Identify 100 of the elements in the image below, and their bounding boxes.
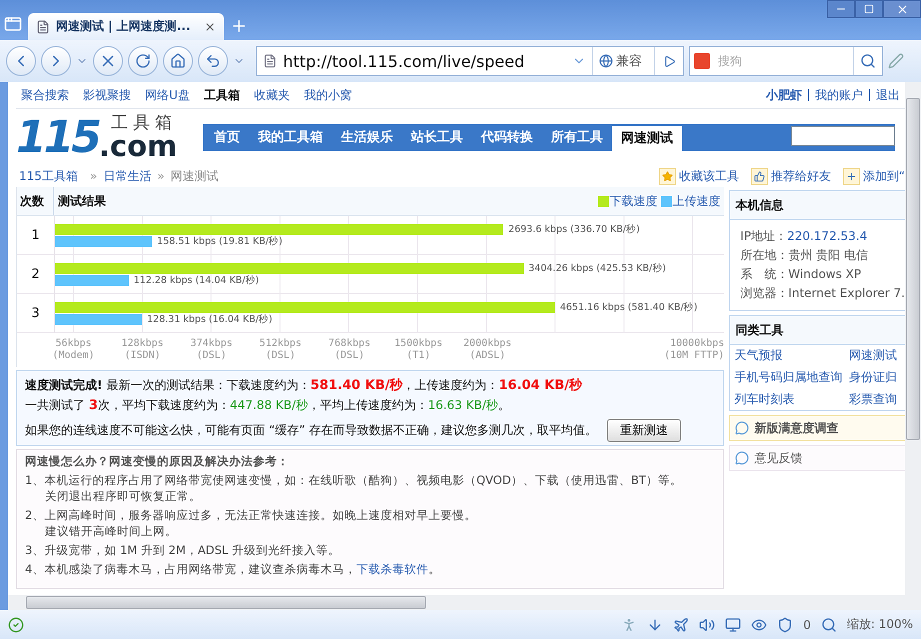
maximize-icon (864, 4, 874, 14)
panel-title: 本机信息 (730, 191, 905, 220)
search-box[interactable]: 搜狗 (689, 46, 883, 76)
info-label: 所在地： (740, 247, 788, 264)
shield-count: 0 (803, 618, 811, 632)
zoom-icon[interactable] (820, 616, 837, 632)
survey-link[interactable]: 新版满意度调查 (729, 415, 905, 441)
undo-icon (205, 53, 221, 69)
axis-label: 768kbps (DSL) (327, 338, 372, 362)
main-nav-tab[interactable]: 我的工具箱 (249, 124, 332, 150)
eye-icon[interactable] (751, 616, 768, 632)
tool-link[interactable]: 天气预报 (734, 347, 849, 364)
speed-reading: 3404.26 kbps (425.53 KB/秒) (528, 262, 666, 274)
zoom-level[interactable]: 缩放: 100% (846, 616, 913, 633)
address-text: http://tool.115.com/live/speed (283, 52, 526, 70)
browser-tab[interactable]: 网速测试 | 上网速度测... (28, 13, 224, 40)
plus-icon (842, 168, 860, 184)
plane-icon[interactable] (673, 616, 690, 632)
tip-text: 建议错开高峰时间上网。 (44, 523, 178, 539)
undo-button[interactable] (198, 46, 228, 76)
legend-label: 上传速度 (672, 192, 720, 210)
search-icon (860, 53, 876, 69)
status-ok-icon (8, 616, 24, 632)
top-nav-link[interactable]: 我的小窝 (304, 86, 352, 104)
main-nav-tab[interactable]: 站长工具 (402, 124, 472, 150)
breadcrumb-current: 网速测试 (170, 168, 219, 184)
main-nav-tab[interactable]: 首页 (205, 124, 250, 150)
close-tab-icon[interactable] (204, 20, 216, 32)
stop-button[interactable] (93, 46, 123, 76)
breadcrumb-link[interactable]: 115工具箱 (19, 168, 78, 184)
tip-text: 2、上网高峰时间，服务器响应过多，无法正常快速连接。如晚上速度相对早上要慢。 (25, 507, 478, 523)
main-nav-tab[interactable]: 所有工具 (542, 124, 612, 150)
axis-label: 10000kbps (10M FTTP) (663, 338, 724, 362)
axis-label: 374kbps (DSL) (189, 338, 234, 362)
feedback-link[interactable]: 意见反馈 (729, 445, 905, 471)
speed-reading: 2693.6 kbps (336.70 KB/秒) (508, 222, 640, 236)
address-field[interactable]: http://tool.115.com/live/speed 兼容 (256, 46, 684, 76)
top-nav-link[interactable]: 网络U盘 (145, 86, 190, 104)
search-field[interactable]: 搜狗 (716, 53, 847, 69)
main-nav-tab[interactable]: 生活娱乐 (332, 124, 402, 150)
top-nav-link[interactable]: 影视聚搜 (83, 86, 131, 104)
axis-label: 512kbps (DSL) (258, 338, 303, 362)
tip-text: 1、本机运行的程序占用了网络带宽使网速变慢，如：在线听歌（酷狗）、视频电影（QVOD）、下载（使用迅雷、BT）等。 (25, 472, 683, 488)
info-value[interactable]: 220.172.53.4 (787, 228, 868, 245)
user-link[interactable]: 小肥虾 (766, 86, 802, 104)
action-link[interactable]: 收藏该工具 (658, 168, 739, 184)
info-label: 系 统： (740, 266, 788, 283)
site-search-field[interactable] (791, 126, 895, 146)
close-button[interactable] (883, 0, 921, 18)
forward-button[interactable] (41, 46, 71, 76)
info-label: 浏览器： (740, 285, 788, 302)
summary-text: 一共测试了 3次，平均下载速度约为：447.88 KB/秒，平均上传速度约为：16.63 KB/秒。 (25, 397, 512, 414)
horizontal-scrollbar[interactable] (8, 595, 921, 610)
maximize-button[interactable] (855, 0, 883, 18)
page-icon (36, 20, 50, 34)
refresh-icon (135, 53, 151, 69)
main-nav-tab[interactable]: 代码转换 (472, 124, 542, 150)
compat-mode-button[interactable]: 兼容 (592, 47, 648, 75)
tip-text: 关闭退出程序即可恢复正常。 (44, 488, 202, 504)
info-label: IP地址： (740, 228, 788, 245)
back-button[interactable] (6, 46, 36, 76)
retest-button[interactable]: 重新测速 (607, 419, 682, 442)
browser-menu-icon[interactable] (4, 15, 22, 33)
thumbs-up-icon (750, 168, 768, 184)
action-link[interactable]: 添加到“ (842, 168, 905, 184)
row-number: 3 (17, 294, 54, 333)
panel-title: 同类工具 (730, 316, 905, 345)
download-link[interactable]: 下载杀毒软件 (356, 562, 428, 576)
play-icon (662, 54, 676, 68)
tool-link[interactable]: 身份证归 (849, 369, 901, 386)
new-tab-icon[interactable] (230, 17, 248, 35)
shield-icon[interactable] (777, 616, 794, 632)
column-header: 次数 (17, 187, 54, 215)
top-nav-link[interactable]: 工具箱 (204, 86, 240, 104)
tool-link[interactable]: 网速测试 (849, 347, 901, 364)
account-link[interactable]: 我的账户 (808, 89, 863, 101)
row-number: 1 (17, 216, 54, 255)
tool-link[interactable]: 列车时刻表 (734, 391, 849, 408)
axis-label: 128kbps (ISDN) (120, 338, 165, 362)
tip-text: 3、升级宽带，如 1M 升到 2M，ADSL 升级到光纤接入等。 (25, 542, 341, 558)
breadcrumb-separator: » (90, 169, 98, 183)
home-button[interactable] (163, 46, 193, 76)
action-link[interactable]: 推荐给好友 (750, 168, 831, 184)
axis-label: 56kbps (Modem) (51, 338, 96, 362)
speaker-icon[interactable] (699, 616, 716, 632)
tool-link[interactable]: 彩票查询 (849, 391, 901, 408)
home-icon (170, 53, 186, 69)
top-nav-link[interactable]: 收藏夹 (254, 86, 290, 104)
top-nav-link[interactable]: 聚合搜索 (21, 86, 69, 104)
speed-reading: 158.51 kbps (19.81 KB/秒) (157, 234, 282, 248)
tool-link[interactable]: 手机号码归属地查询 (734, 369, 849, 386)
vertical-scrollbar[interactable] (905, 82, 921, 595)
main-nav-tab[interactable]: 网速测试 (612, 126, 682, 150)
summary-text: 速度测试完成! 最新一次的测试结果：下载速度约为：581.40 KB/秒，上传速度约为：16.04 KB/秒 (25, 377, 584, 394)
breadcrumb-link[interactable]: 日常生活 (103, 168, 152, 184)
globe-icon (599, 54, 613, 68)
tab-title: 网速测试 | 上网速度测... (56, 18, 192, 35)
monitor-icon[interactable] (725, 616, 742, 632)
account-link[interactable]: 退出 (869, 89, 900, 101)
refresh-button[interactable] (128, 46, 158, 76)
